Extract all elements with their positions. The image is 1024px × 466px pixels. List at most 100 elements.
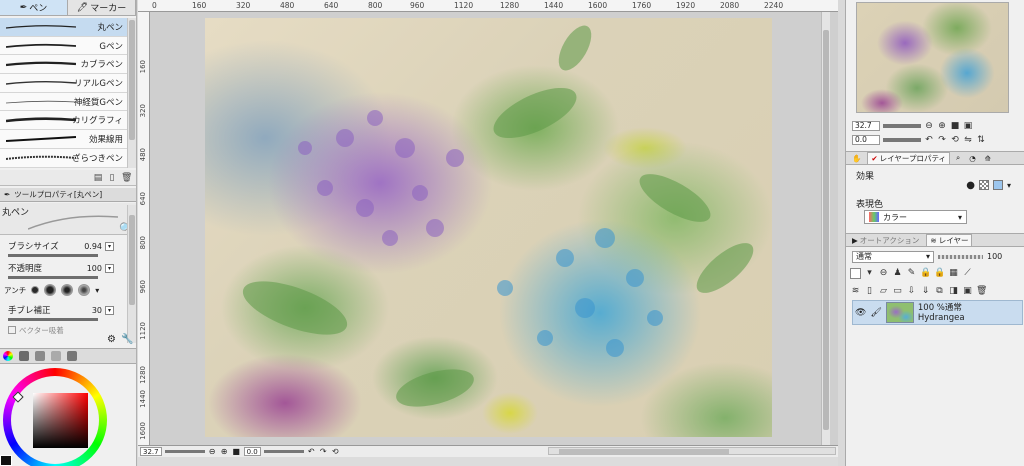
rotate-right-icon[interactable]: ↷: [937, 135, 947, 145]
brush-item[interactable]: 効果線用: [0, 130, 127, 149]
clip-icon[interactable]: ⊖: [878, 268, 889, 279]
tool-property-scrollbar[interactable]: [127, 205, 136, 343]
rotation-field[interactable]: 0.0: [243, 447, 261, 456]
antialias-mid[interactable]: [61, 284, 74, 296]
tab-layer-property[interactable]: ✔ レイヤープロパティ: [867, 152, 951, 164]
vector-checkbox[interactable]: [8, 326, 16, 334]
fit-icon[interactable]: ■: [950, 121, 960, 131]
navigator-zoom-slider[interactable]: [883, 123, 921, 128]
scroll-thumb[interactable]: [129, 215, 135, 305]
zoom-out-icon[interactable]: ⊖: [208, 447, 217, 456]
antialias-none[interactable]: [31, 286, 40, 294]
reference-icon[interactable]: ♟: [892, 268, 903, 279]
opacity-stepper[interactable]: ▾: [105, 263, 114, 273]
approximate-color-tab-icon[interactable]: [51, 351, 61, 361]
ruler-icon[interactable]: ⟋: [962, 268, 973, 279]
navigator-rotation-slider[interactable]: [883, 137, 921, 142]
rotate-right-icon[interactable]: ↷: [319, 447, 328, 456]
layer-color-icon[interactable]: [992, 180, 1003, 190]
paste-icon[interactable]: ▤: [93, 173, 103, 183]
trash-icon[interactable]: 🗑: [121, 173, 132, 183]
main-color-swatch[interactable]: [0, 455, 12, 466]
duplicate-icon[interactable]: ⧉: [934, 286, 945, 297]
brush-size-slider[interactable]: [8, 254, 98, 257]
saturation-value-square[interactable]: [33, 393, 88, 448]
brush-item[interactable]: カリグラフィ: [0, 111, 127, 131]
zoom-slider[interactable]: [164, 450, 205, 453]
settings-icon[interactable]: ⚙: [107, 334, 116, 345]
opacity-value[interactable]: 100: [87, 264, 102, 273]
chevron-down-icon[interactable]: ▾: [95, 286, 99, 295]
navigator-zoom-field[interactable]: 32.7: [852, 120, 880, 131]
rotate-left-icon[interactable]: ↶: [924, 135, 934, 145]
brush-list-scrollbar[interactable]: [127, 18, 136, 168]
zoom-in-icon[interactable]: ⊕: [220, 447, 229, 456]
eye-icon[interactable]: 👁: [855, 308, 866, 318]
chevron-down-icon[interactable]: ▾: [864, 268, 875, 279]
expression-color-icon[interactable]: [850, 267, 861, 279]
antialias-low[interactable]: [44, 284, 57, 296]
brush-item[interactable]: ざらつきペン: [0, 148, 127, 168]
brush-item[interactable]: Gペン: [0, 36, 127, 56]
layer-row[interactable]: 👁 🖌 100 %通常 Hydrangea: [852, 300, 1023, 325]
scroll-thumb[interactable]: [129, 20, 135, 140]
zoom-field[interactable]: 32.7: [140, 447, 162, 456]
scroll-thumb[interactable]: [559, 449, 729, 454]
layers-icon[interactable]: ≋: [850, 286, 861, 297]
stabilization-slider[interactable]: [8, 318, 98, 321]
scroll-thumb[interactable]: [823, 30, 829, 430]
color-set-tab-icon[interactable]: [19, 351, 29, 361]
new-vector-layer-icon[interactable]: ▱: [878, 286, 889, 297]
mask-add-icon[interactable]: ◨: [948, 286, 959, 297]
trash-icon[interactable]: 🗑: [976, 286, 987, 297]
tab-layer-move[interactable]: ⟰: [982, 152, 994, 164]
navigator-thumbnail[interactable]: [856, 2, 1009, 113]
stabilization-stepper[interactable]: ▾: [105, 305, 114, 315]
new-folder-icon[interactable]: ▭: [892, 286, 903, 297]
layer-opacity-slider[interactable]: [938, 254, 983, 259]
blend-mode-select[interactable]: 通常 ▾: [852, 250, 934, 263]
flip-vertical-icon[interactable]: ⇅: [976, 135, 986, 145]
intermediate-color-tab-icon[interactable]: [35, 351, 45, 361]
flip-horizontal-icon[interactable]: ⇋: [963, 135, 973, 145]
brush-item[interactable]: カブラペン: [0, 55, 127, 75]
fit-window-icon[interactable]: ▣: [963, 121, 973, 131]
layer-opacity-value[interactable]: 100: [987, 252, 1002, 261]
wrench-icon[interactable]: 🔧: [121, 334, 133, 345]
history-color-tab-icon[interactable]: [67, 351, 77, 361]
rotation-slider[interactable]: [263, 450, 304, 453]
tab-auto-action[interactable]: ▶ オートアクション: [849, 234, 922, 246]
new-raster-layer-icon[interactable]: ▯: [864, 286, 875, 297]
combine-icon[interactable]: ⇓: [920, 286, 931, 297]
tab-marker[interactable]: 🖊 マーカー: [68, 0, 136, 15]
brush-item[interactable]: 神経質Gペン: [0, 92, 127, 112]
tab-layer[interactable]: ≋ レイヤー: [926, 234, 973, 246]
display-color-select[interactable]: カラー ▾: [864, 210, 967, 224]
reset-rotation-icon[interactable]: ⟲: [331, 447, 340, 456]
zoom-out-icon[interactable]: ⊖: [924, 121, 934, 131]
chevron-down-icon[interactable]: ▾: [1007, 181, 1011, 190]
canvas-horizontal-scrollbar[interactable]: [548, 447, 836, 455]
draft-icon[interactable]: ✎: [906, 268, 917, 279]
reset-rotation-icon[interactable]: ⟲: [950, 135, 960, 145]
opacity-slider[interactable]: [8, 276, 98, 279]
mask-icon[interactable]: ▦: [948, 268, 959, 279]
merge-down-icon[interactable]: ⇩: [906, 286, 917, 297]
zoom-in-icon[interactable]: ⊕: [937, 121, 947, 131]
lock-icon[interactable]: 🔒: [920, 268, 931, 279]
tab-info[interactable]: ◔: [966, 152, 979, 164]
brush-size-value[interactable]: 0.94: [84, 242, 102, 251]
stabilization-value[interactable]: 30: [92, 306, 102, 315]
fit-screen-icon[interactable]: ■: [232, 447, 241, 456]
brush-item[interactable]: 丸ペン: [0, 18, 127, 37]
navigator-rotation-field[interactable]: 0.0: [852, 134, 880, 145]
canvas-vertical-scrollbar[interactable]: [821, 12, 830, 445]
color-wheel-tab-icon[interactable]: [3, 351, 13, 361]
rotate-left-icon[interactable]: ↶: [307, 447, 316, 456]
tab-search[interactable]: ⌕: [953, 152, 963, 164]
brush-size-stepper[interactable]: ▾: [105, 241, 114, 251]
antialias-high[interactable]: [78, 284, 91, 296]
new-page-icon[interactable]: ▯: [107, 173, 117, 183]
lock-transparent-icon[interactable]: 🔒: [934, 268, 945, 279]
brush-item[interactable]: リアルGペン: [0, 74, 127, 93]
